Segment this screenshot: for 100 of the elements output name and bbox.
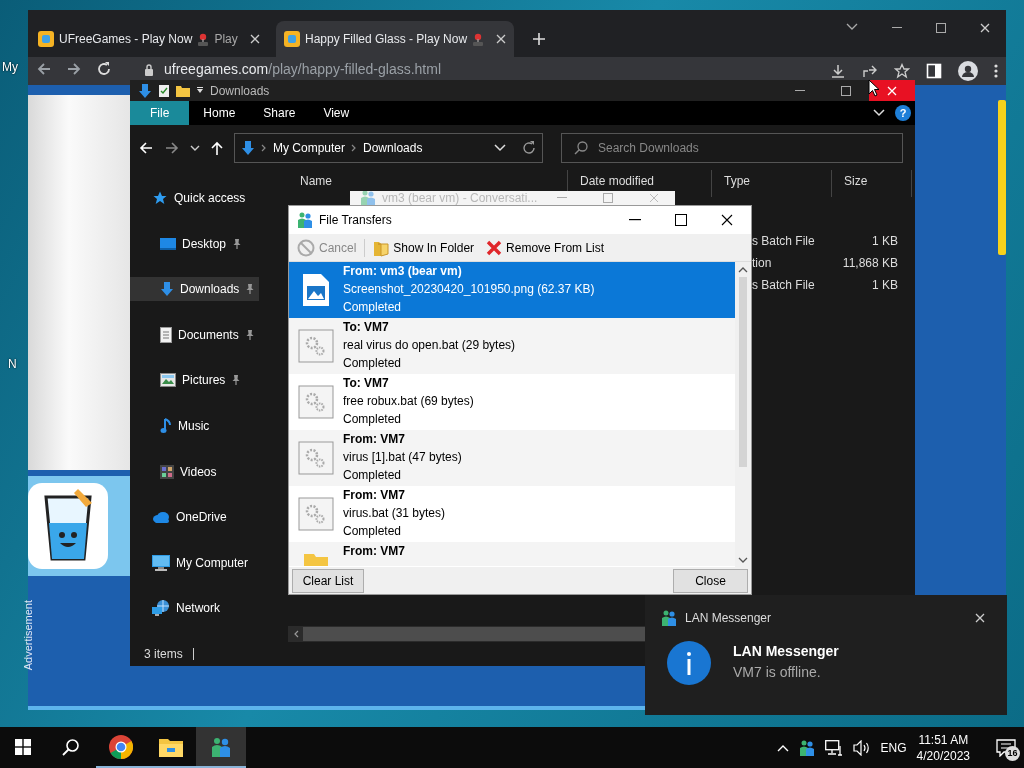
scroll-up-icon[interactable] (738, 267, 748, 273)
download-icon[interactable] (830, 63, 846, 79)
dialog-button[interactable]: Clear List (292, 568, 364, 593)
transfer-item[interactable]: To: VM7 free robux.bat (69 bytes) Completed (289, 374, 735, 430)
video-icon (160, 463, 174, 480)
profile-icon[interactable] (958, 61, 978, 81)
nav-item[interactable]: Music (130, 413, 214, 438)
transfer-item[interactable]: To: VM7 real virus do open.bat (29 bytes) Completed (289, 318, 735, 374)
window-title: Downloads (210, 82, 270, 100)
transfer-status: Completed (343, 523, 403, 540)
dialog-button[interactable]: Close (673, 568, 748, 593)
breadcrumb-link[interactable]: Downloads (363, 138, 423, 157)
nav-label: Videos (180, 463, 217, 481)
nav-item[interactable]: Quick access (130, 186, 250, 210)
ribbon-tab[interactable]: View (309, 101, 364, 125)
nav-item[interactable]: Network (130, 596, 224, 621)
refresh-icon[interactable] (522, 140, 536, 155)
toolbar-button[interactable]: Show In Folder (369, 236, 479, 259)
address-bar[interactable]: My Computer Downloads (234, 132, 543, 163)
recent-locations-icon[interactable] (190, 144, 200, 151)
transfer-peer: From: VM7 (343, 431, 406, 448)
minimize-icon[interactable] (892, 27, 902, 29)
nav-item[interactable]: OneDrive (130, 505, 231, 530)
file-name: virus [1].bat (47 bytes) (343, 449, 462, 466)
menu-icon[interactable] (994, 63, 998, 79)
transfer-item[interactable]: From: VM7 virus.bat (31 bytes) Completed (289, 486, 735, 542)
up-icon[interactable] (210, 139, 224, 156)
nav-item[interactable]: Desktop (130, 231, 247, 256)
network-icon[interactable] (824, 739, 843, 756)
nav-label: OneDrive (176, 509, 227, 527)
transfer-item[interactable]: From: VM7 virus [1].bat (47 bytes) Completed (289, 430, 735, 486)
back-icon[interactable] (138, 139, 154, 156)
ribbon-tab[interactable]: Home (189, 101, 250, 125)
desktop-icon-label[interactable]: My (2, 58, 18, 76)
download-icon (138, 82, 152, 99)
cloud-icon (152, 511, 170, 524)
maximize-icon[interactable] (675, 214, 687, 226)
reload-icon[interactable] (96, 61, 112, 77)
scroll-down-icon[interactable] (738, 557, 748, 563)
forward-icon[interactable] (164, 139, 180, 156)
nav-label: Documents (178, 326, 239, 344)
close-icon[interactable] (721, 214, 733, 226)
transfer-peer: From: VM7 (343, 543, 405, 560)
file-type: s Batch File (752, 277, 815, 294)
properties-icon[interactable] (158, 83, 170, 98)
scroll-left-icon[interactable] (293, 630, 299, 638)
joystick-icon (197, 32, 210, 46)
search-box[interactable]: Search Downloads (561, 132, 903, 163)
desktop-icon-label[interactable]: N (8, 355, 17, 373)
dropdown-icon[interactable] (494, 143, 506, 152)
nav-item[interactable]: Downloads (130, 277, 260, 302)
expand-ribbon-icon[interactable] (873, 109, 885, 117)
transfer-status: Completed (343, 467, 403, 484)
tab-title: Happy Filled Glass - Play Now (305, 31, 468, 48)
maximize-icon[interactable] (936, 23, 946, 33)
game-tile[interactable] (28, 476, 130, 576)
favicon-icon (284, 31, 300, 47)
toolbar-button[interactable]: Remove From List (482, 236, 609, 259)
transfer-status: Completed (343, 411, 403, 428)
joystick-icon (472, 32, 485, 46)
close-button[interactable] (869, 80, 915, 101)
nav-item[interactable]: Documents (130, 322, 259, 347)
search-field[interactable]: Search Downloads (596, 137, 876, 158)
nav-item[interactable]: Videos (130, 459, 221, 484)
browser-tab[interactable]: UFreeGames - Play Now Play (30, 21, 268, 57)
tab-search-icon[interactable] (846, 23, 858, 31)
column-header[interactable]: Name (300, 174, 332, 188)
language-indicator[interactable]: ENG (880, 738, 907, 757)
column-header[interactable]: Type (724, 174, 750, 188)
messenger-icon[interactable] (798, 738, 815, 757)
status-text: 3 items (144, 646, 183, 663)
ribbon-tab[interactable]: File (130, 101, 190, 125)
address-field[interactable]: ufreegames.com/play/happy-filled-glass.html (164, 61, 442, 77)
column-header[interactable]: Size (844, 174, 868, 188)
download-icon (160, 281, 174, 298)
side-panel-icon[interactable] (926, 63, 942, 79)
breadcrumb-link[interactable]: My Computer (273, 138, 346, 157)
ad-label: Advertisement (21, 600, 35, 671)
taskbar-app[interactable] (196, 727, 246, 768)
bookmark-star-icon[interactable] (894, 63, 910, 79)
column-header[interactable]: Date modified (580, 174, 655, 188)
vertical-scrollbar[interactable] (735, 262, 751, 567)
nav-item[interactable]: Pictures (130, 368, 246, 393)
notification-icon[interactable] (996, 738, 1016, 757)
nav-item[interactable]: My Computer (130, 550, 253, 575)
nav-label: Network (176, 600, 220, 618)
forward-icon[interactable] (66, 61, 82, 77)
volume-icon[interactable] (852, 739, 871, 756)
show-hidden-icons-icon[interactable] (776, 743, 789, 752)
new-tab-icon[interactable] (532, 32, 546, 46)
transfer-item[interactable]: From: vm3 (bear vm) Screenshot_20230420_101950.png (62.37 KB) Completed (289, 262, 735, 318)
minimize-icon[interactable] (629, 219, 641, 221)
settings-file-icon (298, 441, 334, 475)
browser-tab[interactable]: Happy Filled Glass - Play Now (276, 21, 514, 57)
ribbon-tab[interactable]: Share (249, 101, 310, 125)
help-button[interactable]: ? (895, 105, 911, 121)
caret-icon[interactable] (196, 86, 204, 95)
share-icon[interactable] (862, 63, 878, 79)
transfer-item[interactable]: From: VM7 (289, 542, 735, 566)
scrollbar-thumb[interactable] (998, 100, 1006, 255)
